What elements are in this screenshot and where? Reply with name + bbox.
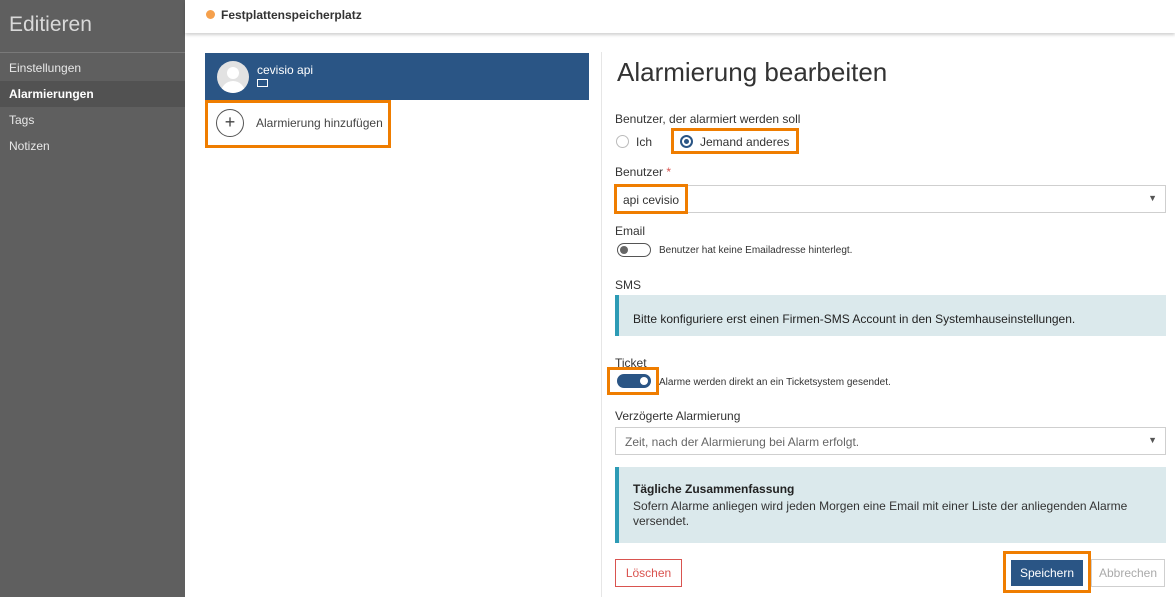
- add-alarm-button[interactable]: + Alarmierung hinzufügen: [205, 100, 391, 148]
- sms-info-text: Bitte konfiguriere erst einen Firmen-SMS…: [633, 312, 1076, 326]
- email-note: Benutzer hat keine Emailadresse hinterle…: [659, 245, 853, 256]
- sidebar-item-einstellungen[interactable]: Einstellungen: [0, 55, 185, 81]
- radio-jemand-anderes-label: Jemand anderes: [700, 135, 790, 149]
- breadcrumb: Festplattenspeicherplatz: [221, 8, 362, 22]
- list-item-name: cevisio api: [257, 63, 314, 77]
- page-title: Alarmierung bearbeiten: [617, 57, 888, 87]
- user-label-text: Benutzer: [615, 165, 664, 179]
- list-item-cevisio-api[interactable]: cevisio api: [205, 53, 589, 100]
- sidebar-item-notizen[interactable]: Notizen: [0, 133, 185, 159]
- email-toggle[interactable]: [617, 243, 651, 257]
- cancel-button[interactable]: Abbrechen: [1091, 559, 1165, 587]
- sidebar-item-tags[interactable]: Tags: [0, 107, 185, 133]
- delete-button[interactable]: Löschen: [615, 559, 682, 587]
- sms-label: SMS: [615, 278, 642, 292]
- sms-info-box: Bitte konfiguriere erst einen Firmen-SMS…: [615, 295, 1166, 336]
- add-alarm-label: Alarmierung hinzufügen: [256, 116, 383, 130]
- summary-info-box: Tägliche Zusammenfassung Sofern Alarme a…: [615, 467, 1166, 543]
- save-button[interactable]: Speichern: [1011, 560, 1083, 586]
- sidebar: Editieren Einstellungen Alarmierungen Ta…: [0, 0, 185, 597]
- summary-text: Sofern Alarme anliegen wird jeden Morgen…: [633, 499, 1128, 528]
- delay-label: Verzögerte Alarmierung: [615, 409, 741, 423]
- radio-ich-label: Ich: [636, 135, 653, 149]
- sidebar-item-alarmierungen[interactable]: Alarmierungen: [0, 81, 185, 107]
- user-select-value: api cevisio: [623, 193, 680, 207]
- summary-title: Tägliche Zusammenfassung: [633, 482, 795, 496]
- alarm-list: cevisio api + Alarmierung hinzufügen: [205, 53, 589, 148]
- chevron-down-icon: ▼: [1148, 193, 1157, 203]
- radio-jemand-anderes-option[interactable]: Jemand anderes: [671, 128, 799, 154]
- chevron-down-icon: ▼: [1148, 435, 1157, 445]
- user-label: Benutzer *: [615, 165, 671, 179]
- ticket-note: Alarme werden direkt an ein Ticketsystem…: [659, 377, 891, 388]
- plus-icon: +: [216, 109, 244, 137]
- radio-jemand-anderes[interactable]: [680, 135, 693, 148]
- user-select[interactable]: api cevisio ▼: [614, 184, 1166, 214]
- radio-ich[interactable]: [616, 135, 629, 148]
- email-label: Email: [615, 224, 646, 238]
- avatar: [217, 61, 249, 93]
- required-mark: *: [666, 165, 672, 179]
- status-dot-icon: [206, 10, 215, 19]
- delay-select-placeholder: Zeit, nach der Alarmierung bei Alarm erf…: [625, 435, 860, 449]
- panel-divider: [601, 52, 602, 597]
- header-bar: Festplattenspeicherplatz: [185, 0, 1175, 33]
- sidebar-title: Editieren: [9, 13, 92, 36]
- delay-select[interactable]: Zeit, nach der Alarmierung bei Alarm erf…: [615, 427, 1166, 455]
- ticket-toggle[interactable]: [617, 374, 651, 388]
- recipient-label: Benutzer, der alarmiert werden soll: [615, 112, 801, 126]
- mail-icon: [257, 79, 268, 87]
